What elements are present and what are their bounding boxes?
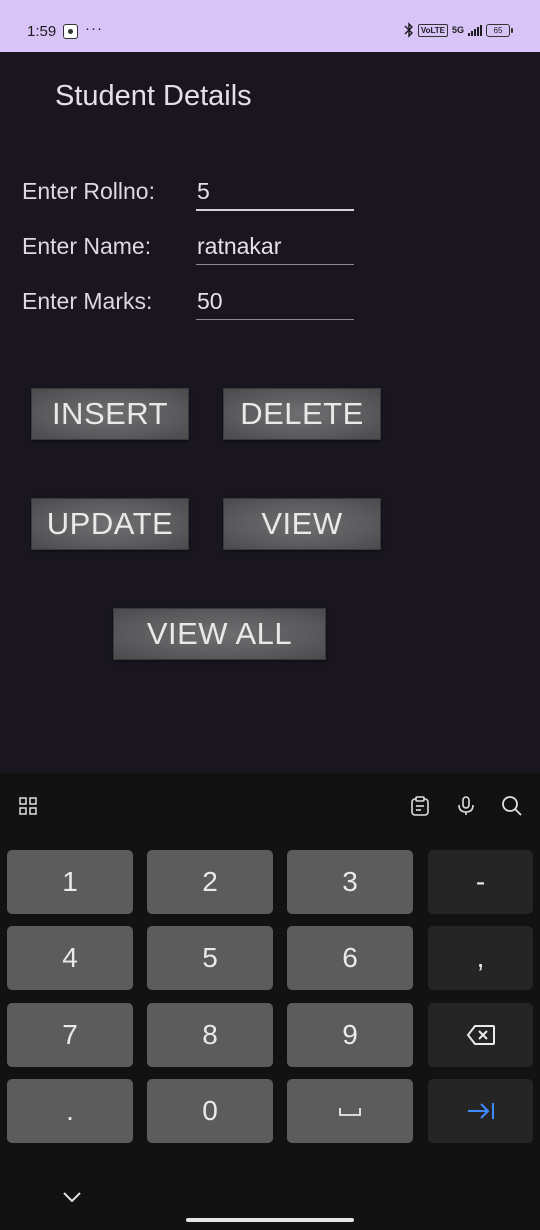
name-underline: [196, 264, 354, 265]
apps-grid-icon[interactable]: [18, 795, 40, 817]
key-9[interactable]: 9: [287, 1003, 413, 1067]
key-8[interactable]: 8: [147, 1003, 273, 1067]
rollno-label: Enter Rollno:: [22, 178, 155, 204]
view-button[interactable]: VIEW: [223, 498, 381, 550]
more-notifications-icon: ···: [85, 20, 103, 37]
numeric-keyboard: 1 2 3 - 4 5 6 , 7 8 9 . 0: [0, 773, 540, 1230]
search-icon[interactable]: [501, 795, 523, 817]
bluetooth-icon: [404, 22, 413, 38]
key-space[interactable]: [287, 1079, 413, 1143]
key-tab-next[interactable]: [428, 1079, 533, 1143]
status-bar: 1:59 ··· VoLTE 5G 65: [0, 0, 540, 52]
marks-input[interactable]: [196, 284, 355, 318]
chevron-down-icon[interactable]: [62, 1191, 82, 1203]
update-button[interactable]: UPDATE: [31, 498, 189, 550]
view-all-button[interactable]: VIEW ALL: [113, 608, 326, 660]
backspace-icon: [466, 1025, 495, 1045]
marks-label: Enter Marks:: [22, 288, 153, 314]
marks-underline: [196, 319, 354, 320]
key-dot[interactable]: .: [7, 1079, 133, 1143]
key-4[interactable]: 4: [7, 926, 133, 990]
insert-button[interactable]: INSERT: [31, 388, 189, 440]
tab-next-icon: [467, 1103, 494, 1119]
status-time: 1:59: [27, 23, 57, 40]
key-0[interactable]: 0: [147, 1079, 273, 1143]
key-6[interactable]: 6: [287, 926, 413, 990]
key-comma[interactable]: ,: [428, 926, 533, 990]
key-2[interactable]: 2: [147, 850, 273, 914]
key-5[interactable]: 5: [147, 926, 273, 990]
delete-button[interactable]: DELETE: [223, 388, 381, 440]
battery-icon: 65: [486, 23, 513, 37]
page-title: Student Details: [55, 80, 252, 112]
key-minus[interactable]: -: [428, 850, 533, 914]
rollno-input[interactable]: [196, 174, 355, 208]
clipboard-icon[interactable]: [409, 795, 431, 817]
microphone-icon[interactable]: [455, 795, 477, 817]
key-7[interactable]: 7: [7, 1003, 133, 1067]
home-indicator[interactable]: [186, 1218, 354, 1222]
name-input[interactable]: [196, 229, 355, 263]
key-3[interactable]: 3: [287, 850, 413, 914]
status-icons: VoLTE 5G 65: [404, 22, 513, 38]
volte-badge: VoLTE: [417, 23, 448, 37]
signal-icon: [468, 24, 482, 36]
key-1[interactable]: 1: [7, 850, 133, 914]
space-icon: [339, 1108, 361, 1116]
notification-icon: [63, 24, 78, 39]
rollno-underline: [196, 209, 354, 211]
name-label: Enter Name:: [22, 233, 152, 259]
key-backspace[interactable]: [428, 1003, 533, 1067]
network-type: 5G: [451, 24, 464, 35]
